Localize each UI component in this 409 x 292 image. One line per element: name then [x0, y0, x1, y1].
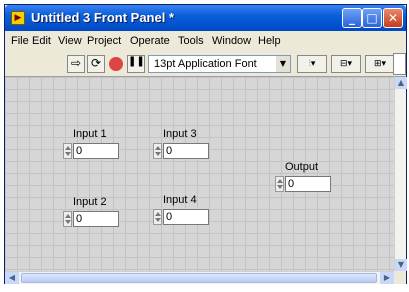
run-button[interactable]: ⇨	[67, 55, 85, 73]
numeric-input[interactable]: 0	[73, 143, 119, 159]
distribute-objects-dropdown[interactable]: ⊟▾	[331, 55, 361, 73]
menu-tools[interactable]: Tools	[178, 35, 204, 47]
labview-vi-icon[interactable]: ▶	[11, 11, 25, 25]
resize-objects-dropdown[interactable]: ⊞▾	[365, 55, 395, 73]
increment-decrement-icon[interactable]	[275, 176, 284, 192]
control-label: Input 1	[73, 128, 107, 140]
control-label: Input 4	[163, 194, 197, 206]
font-label: 13pt Application Font	[154, 58, 257, 70]
title-bar[interactable]: ▶ Untitled 3 Front Panel * _ □ ✕	[5, 5, 406, 31]
numeric-input[interactable]: 0	[73, 211, 119, 227]
text-settings-dropdown[interactable]: 13pt Application Font ▼	[148, 55, 291, 73]
scroll-up-icon[interactable]: ▲	[395, 77, 407, 89]
menu-window[interactable]: Window	[212, 35, 251, 47]
input-2-control: Input 2 0	[63, 196, 123, 228]
vi-icon-pane[interactable]	[393, 53, 406, 75]
window-title: Untitled 3 Front Panel *	[31, 10, 175, 25]
menu-project[interactable]: Project	[87, 35, 121, 47]
run-continuously-button[interactable]: ⟳	[87, 55, 105, 73]
front-panel-canvas[interactable]: Input 1 0 Input 3 0 Input 2 0 Input 4 0 …	[5, 77, 394, 271]
input-4-control: Input 4 0	[153, 194, 213, 226]
numeric-output[interactable]: 0	[285, 176, 331, 192]
menu-file[interactable]: File	[11, 35, 29, 47]
close-button[interactable]: ✕	[383, 8, 403, 28]
abort-execution-button[interactable]	[107, 55, 125, 73]
toolbar: ⇨ ⟳ ❚❚ 13pt Application Font ▼ ⫶▾ ⊟▾ ⊞▾	[5, 51, 406, 77]
scroll-left-icon[interactable]: ◀	[5, 272, 19, 284]
chevron-down-icon: ▼	[276, 56, 290, 72]
input-1-control: Input 1 0	[63, 128, 123, 160]
control-label: Input 3	[163, 128, 197, 140]
menu-help[interactable]: Help	[258, 35, 281, 47]
scroll-down-icon[interactable]: ▼	[395, 259, 407, 271]
horizontal-scroll-thumb[interactable]	[21, 273, 377, 283]
menu-bar: File Edit View Project Operate Tools Win…	[5, 31, 406, 51]
minimize-button[interactable]: _	[342, 8, 362, 28]
scroll-right-icon[interactable]: ▶	[380, 272, 394, 284]
front-panel-window: ▶ Untitled 3 Front Panel * _ □ ✕ File Ed…	[4, 4, 407, 284]
increment-decrement-icon[interactable]	[153, 209, 162, 225]
menu-view[interactable]: View	[58, 35, 82, 47]
input-3-control: Input 3 0	[153, 128, 213, 160]
output-indicator: Output 0	[275, 161, 335, 193]
numeric-input[interactable]: 0	[163, 209, 209, 225]
numeric-input[interactable]: 0	[163, 143, 209, 159]
size-grip[interactable]	[394, 271, 406, 284]
maximize-button[interactable]: □	[362, 8, 382, 28]
increment-decrement-icon[interactable]	[63, 143, 72, 159]
menu-edit[interactable]: Edit	[32, 35, 51, 47]
horizontal-scrollbar[interactable]: ◀ ▶	[5, 271, 394, 284]
increment-decrement-icon[interactable]	[63, 211, 72, 227]
vertical-scrollbar[interactable]: ▲ ▼	[394, 77, 407, 271]
pause-button[interactable]: ❚❚	[127, 55, 145, 73]
menu-operate[interactable]: Operate	[130, 35, 170, 47]
stop-icon	[109, 57, 123, 71]
control-label: Input 2	[73, 196, 107, 208]
align-objects-dropdown[interactable]: ⫶▾	[297, 55, 327, 73]
increment-decrement-icon[interactable]	[153, 143, 162, 159]
indicator-label: Output	[285, 161, 319, 173]
